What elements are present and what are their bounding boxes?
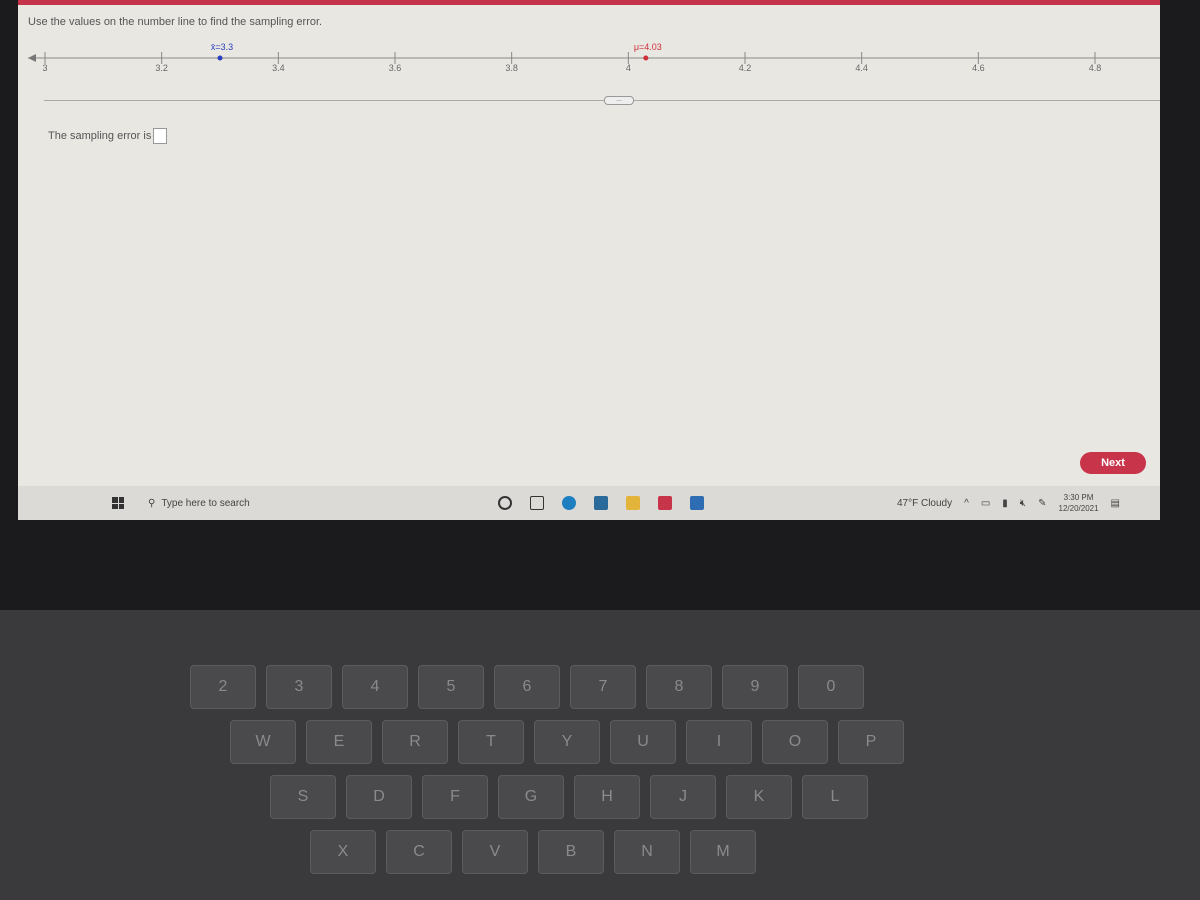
tick-label: 3.2 [155,63,168,73]
key-c[interactable]: C [386,830,452,874]
left-arrow-icon [28,54,36,62]
clock[interactable]: 3:30 PM 12/20/2021 [1059,492,1099,514]
store-icon[interactable] [594,496,608,510]
laptop-keyboard: 234567890 WERTYUIOP SDFGHJKL XCVBNM [0,610,1200,900]
key-g[interactable]: G [498,775,564,819]
top-accent-bar [18,0,1160,5]
tick-label: 4.2 [739,63,752,73]
windows-start-icon[interactable] [112,497,124,509]
key-3[interactable]: 3 [266,665,332,709]
key-p[interactable]: P [838,720,904,764]
key-i[interactable]: I [686,720,752,764]
date: 12/20/2021 [1058,504,1099,513]
key-k[interactable]: K [726,775,792,819]
weather-widget[interactable]: 47°F Cloudy [897,498,952,509]
key-l[interactable]: L [802,775,868,819]
key-m[interactable]: M [690,830,756,874]
network-icon[interactable]: ▭ [981,498,990,509]
point-label: x̄=3.3 [211,42,233,52]
tick-label: 3.4 [272,63,285,73]
mail-icon[interactable] [690,496,704,510]
key-d[interactable]: D [346,775,412,819]
key-6[interactable]: 6 [494,665,560,709]
search-icon: ⚲ [148,497,156,509]
next-button[interactable]: Next [1080,452,1146,474]
key-s[interactable]: S [270,775,336,819]
key-e[interactable]: E [306,720,372,764]
key-v[interactable]: V [462,830,528,874]
answer-row: The sampling error is [48,128,168,144]
search-placeholder: Type here to search [161,497,250,509]
answer-prompt: The sampling error is [48,130,152,142]
edge-icon[interactable] [562,496,576,510]
key-9[interactable]: 9 [722,665,788,709]
key-o[interactable]: O [762,720,828,764]
keyboard-row: SDFGHJKL [270,775,868,819]
tick-label: 4 [626,63,631,73]
key-8[interactable]: 8 [646,665,712,709]
tick-label: 3 [42,63,47,73]
taskbar-search[interactable]: ⚲ Type here to search [148,498,368,509]
key-h[interactable]: H [574,775,640,819]
tick-label: 3.8 [505,63,518,73]
key-r[interactable]: R [382,720,448,764]
tick-label: 4.6 [972,63,985,73]
pen-icon[interactable]: ✎ [1038,498,1046,509]
tick-label: 4.8 [1089,63,1102,73]
key-w[interactable]: W [230,720,296,764]
notifications-icon[interactable]: ▤ [1111,498,1120,509]
laptop-screen: Use the values on the number line to fin… [18,0,1160,520]
number-line: 3 3.2 3.4 3.6 3.8 4 4.2 4.4 4.6 4.8 x̄=3.3 μ=4.03 [28,42,1160,73]
instruction-text: Use the values on the number line to fin… [28,16,323,28]
key-f[interactable]: F [422,775,488,819]
point-marker [643,55,649,61]
system-tray: 47°F Cloudy ^ ▭ ▮ 🔇︎ ✎ 3:30 PM 12/20/202… [897,492,1120,514]
task-view-icon[interactable] [530,496,544,510]
point-label: μ=4.03 [634,42,662,52]
divider [44,100,1160,101]
tick-label: 4.4 [855,63,868,73]
time: 3:30 PM [1063,493,1094,502]
cortana-icon[interactable] [498,496,512,510]
key-5[interactable]: 5 [418,665,484,709]
key-j[interactable]: J [650,775,716,819]
tick-label: 3.6 [389,63,402,73]
answer-input[interactable] [153,128,168,144]
volume-muted-icon[interactable]: 🔇︎ [1020,498,1026,509]
keyboard-row: WERTYUIOP [230,720,904,764]
battery-icon[interactable]: ▮ [1002,498,1008,509]
more-button[interactable]: ... [604,96,634,105]
taskbar: ⚲ Type here to search 47°F Cloudy ^ ▭ ▮ … [18,486,1160,520]
key-u[interactable]: U [610,720,676,764]
keyboard-row: XCVBNM [310,830,756,874]
keyboard-row: 234567890 [190,665,864,709]
key-n[interactable]: N [614,830,680,874]
key-4[interactable]: 4 [342,665,408,709]
key-2[interactable]: 2 [190,665,256,709]
chevron-up-icon[interactable]: ^ [964,498,969,509]
key-y[interactable]: Y [534,720,600,764]
file-explorer-icon[interactable] [626,496,640,510]
key-b[interactable]: B [538,830,604,874]
app-icon[interactable] [658,496,672,510]
point-marker [217,55,223,61]
key-x[interactable]: X [310,830,376,874]
key-7[interactable]: 7 [570,665,636,709]
key-0[interactable]: 0 [798,665,864,709]
key-t[interactable]: T [458,720,524,764]
